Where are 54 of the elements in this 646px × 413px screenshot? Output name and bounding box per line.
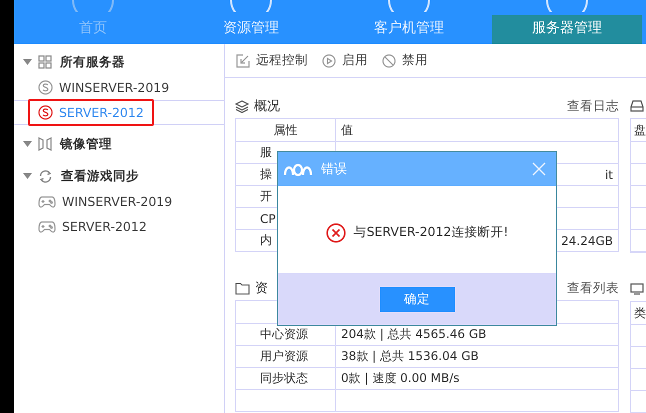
highlight-frame: SERVER-2012: [28, 99, 154, 126]
tree-group-label[interactable]: 所有服务器: [60, 54, 125, 70]
refresh-icon: [38, 168, 53, 184]
dialog-title: 错误: [321, 161, 347, 178]
table-cell: 服: [260, 145, 272, 159]
tree-group-label[interactable]: 镜像管理: [60, 136, 112, 152]
table-cell: it: [604, 168, 613, 182]
table-cell: 0款 | 速度 0.00 MB/s: [341, 371, 460, 385]
caret-icon[interactable]: [23, 141, 32, 147]
table-cell: 同步状态: [260, 371, 308, 385]
table-cell: 开: [260, 189, 272, 203]
column-header: 类: [634, 304, 646, 322]
grid-icon: [38, 55, 52, 69]
play-icon: [322, 54, 336, 68]
toolbar-button[interactable]: 禁用: [382, 52, 428, 69]
table-cell: 中心资源: [260, 327, 308, 341]
table-cell: 38款 | 总共 1536.04 GB: [341, 349, 479, 363]
gamepad-icon: [38, 194, 56, 208]
table-cell: 操: [260, 167, 272, 181]
table-cell: 204款 | 总共 4565.46 GB: [341, 327, 486, 341]
column-header: 盘: [634, 122, 646, 138]
tree-item[interactable]: WINSERVER-2019: [14, 75, 224, 100]
nav-tab[interactable]: 服务器管理: [492, 15, 642, 44]
logo-icon: [283, 161, 313, 177]
close-icon[interactable]: [532, 162, 546, 176]
toolbar-button[interactable]: 远程控制: [236, 52, 308, 69]
table-cell: 内: [260, 233, 272, 247]
server-s-icon: [38, 105, 53, 120]
monitor-icon: [630, 283, 644, 295]
column-header: 属性: [274, 122, 298, 136]
caret-icon[interactable]: [23, 173, 32, 179]
table-cell: CP: [260, 212, 276, 226]
drive-icon: [630, 100, 644, 112]
server-s-icon: [38, 80, 53, 95]
tree-group-label[interactable]: 查看游戏同步: [61, 168, 139, 184]
table-cell: 24.24GB: [561, 234, 613, 248]
frame-icon: [38, 137, 52, 151]
column-header: 值: [341, 122, 353, 136]
section-title: 资: [255, 280, 268, 297]
remote-arrow-icon: [236, 54, 250, 68]
error-message: 与SERVER-2012连接断开!: [354, 224, 508, 241]
tree-item[interactable]: SERVER-2012: [14, 214, 224, 239]
caret-icon[interactable]: [23, 59, 32, 65]
ban-icon: [382, 54, 396, 68]
view-list-link[interactable]: 查看列表: [567, 280, 619, 296]
layers-icon: [235, 100, 249, 112]
gamepad-icon: [38, 220, 56, 234]
toolbar-button[interactable]: 启用: [322, 52, 368, 69]
table-cell: 用户资源: [260, 349, 308, 363]
tree-item[interactable]: WINSERVER-2019: [14, 189, 224, 214]
view-log-link[interactable]: 查看日志: [567, 98, 619, 114]
folder-icon: [235, 282, 250, 294]
error-icon: [326, 222, 346, 242]
section-title: 概况: [254, 98, 280, 115]
